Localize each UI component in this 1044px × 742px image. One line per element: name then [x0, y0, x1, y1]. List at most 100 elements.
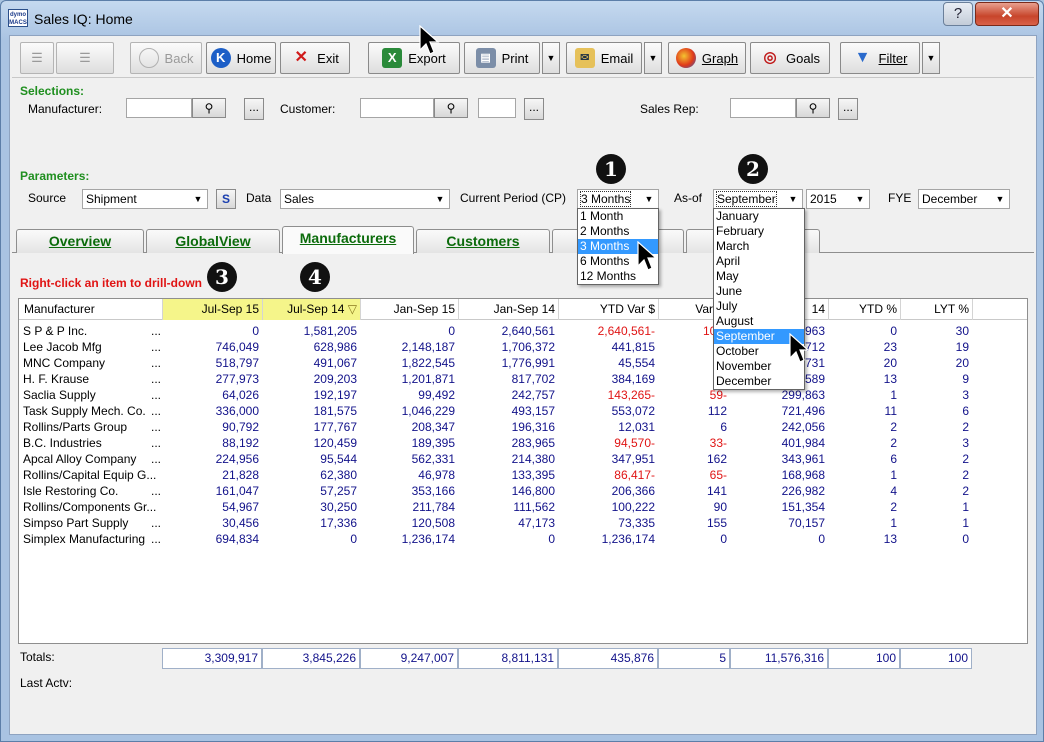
value-cell: 120,508 [361, 515, 459, 531]
tab-globalview[interactable]: GlobalView [146, 229, 280, 253]
printer-icon: ▤ [475, 48, 496, 68]
row-detail-ellipsis[interactable]: ... [151, 371, 161, 387]
month-option[interactable]: August [714, 314, 804, 329]
email-button[interactable]: ✉ Email [566, 42, 642, 74]
column-header[interactable]: YTD Var $ [559, 299, 659, 320]
row-detail-ellipsis[interactable]: ... [151, 451, 161, 467]
cell-text: 6 [720, 420, 727, 434]
exit-button[interactable]: ✕ Exit [280, 42, 350, 74]
month-option[interactable]: January [714, 209, 804, 224]
customer-more-button[interactable]: ... [524, 98, 544, 120]
row-detail-ellipsis[interactable]: ... [151, 387, 161, 403]
month-option[interactable]: May [714, 269, 804, 284]
back-button[interactable]: Back [130, 42, 202, 74]
manufacturer-find-button[interactable]: ⚲ [192, 98, 226, 118]
align-right-button[interactable]: ☰ [56, 42, 114, 74]
value-cell: 1,822,545 [361, 355, 459, 371]
export-button[interactable]: X Export [368, 42, 460, 74]
asof-year-select[interactable]: 2015 ▼ [806, 189, 870, 209]
table-row[interactable]: MNC Company... 518,797 491,067 1,822,545 1,7… [19, 355, 1027, 371]
align-left-button[interactable]: ☰ [20, 42, 54, 74]
table-row[interactable]: B.C. Industries... 88,192 120,459 189,395 28… [19, 435, 1027, 451]
table-row[interactable]: Rollins/Parts Group... 90,792 177,767 208,3… [19, 419, 1027, 435]
row-detail-ellipsis[interactable]: ... [151, 419, 161, 435]
cell-text: 283,965 [511, 436, 555, 450]
cell-text: 23 [883, 340, 897, 354]
row-detail-ellipsis[interactable]: ... [151, 483, 161, 499]
row-detail-ellipsis[interactable]: ... [151, 531, 161, 547]
help-button[interactable]: ? [943, 2, 973, 26]
month-option[interactable]: December [714, 374, 804, 389]
month-option[interactable]: February [714, 224, 804, 239]
target-icon: ◎ [763, 49, 777, 66]
row-detail-ellipsis[interactable]: ... [151, 323, 161, 339]
customer-ship-to-field[interactable] [478, 98, 516, 118]
salesrep-field[interactable] [730, 98, 796, 118]
asof-month-select[interactable]: September ▼ [713, 189, 803, 209]
column-header[interactable]: Jan-Sep 15 [361, 299, 459, 320]
table-row[interactable]: Isle Restoring Co.... 161,047 57,257 353,16… [19, 483, 1027, 499]
month-option[interactable]: June [714, 284, 804, 299]
cp-select[interactable]: 3 Months ▼ [577, 189, 659, 209]
table-row[interactable]: Rollins/Capital Equip G... 21,828 62,380 46… [19, 467, 1027, 483]
column-header[interactable]: Jan-Sep 14 [459, 299, 559, 320]
cell-text: 2 [962, 484, 969, 498]
row-detail-ellipsis[interactable]: ... [151, 355, 161, 371]
print-button[interactable]: ▤ Print [464, 42, 540, 74]
table-row[interactable]: H. F. Krause... 277,973 209,203 1,201,871 81… [19, 371, 1027, 387]
table-row[interactable]: Apcal Alloy Company... 224,956 95,544 562,3… [19, 451, 1027, 467]
customer-find-button[interactable]: ⚲ [434, 98, 468, 118]
cp-option[interactable]: 1 Month [578, 209, 658, 224]
print-menu-arrow[interactable]: ▼ [542, 42, 560, 74]
value-cell: 0 [659, 531, 731, 547]
s-button[interactable]: S [216, 189, 236, 209]
cp-option[interactable]: 2 Months [578, 224, 658, 239]
month-option[interactable]: July [714, 299, 804, 314]
row-detail-ellipsis[interactable]: ... [151, 339, 161, 355]
cell-text: 47,173 [518, 516, 555, 530]
close-button[interactable]: ✕ [975, 2, 1039, 26]
column-header[interactable]: Jul-Sep 15 [163, 299, 263, 320]
value-cell: 384,169 [559, 371, 659, 387]
cell-text: 192,197 [313, 388, 357, 402]
manufacturer-more-button[interactable]: ... [244, 98, 264, 120]
row-detail-ellipsis[interactable]: ... [151, 435, 161, 451]
column-header[interactable]: LYT % [901, 299, 973, 320]
data-select[interactable]: Sales ▼ [280, 189, 450, 209]
manufacturer-field[interactable] [126, 98, 192, 118]
chevron-down-icon: ▼ [435, 194, 445, 204]
graph-button[interactable]: Graph [668, 42, 746, 74]
tab-manufacturers[interactable]: Manufacturers [282, 226, 414, 254]
cell-text: Rollins/Components Gr... [23, 500, 157, 514]
manufacturer-grid[interactable]: Manufacturer Jul-Sep 15 Jul-Sep 14 ▽ Jan-Se… [18, 298, 1028, 644]
salesrep-find-button[interactable]: ⚲ [796, 98, 830, 118]
table-row[interactable]: Simpso Part Supply... 30,456 17,336 120,508… [19, 515, 1027, 531]
column-header[interactable]: Jul-Sep 14 ▽ [263, 299, 361, 320]
filter-menu-arrow[interactable]: ▼ [922, 42, 940, 74]
table-row[interactable]: Task Supply Mech. Co.... 336,000 181,575 1,… [19, 403, 1027, 419]
cell-text: 141 [706, 484, 727, 498]
tab-overview[interactable]: Overview [16, 229, 144, 253]
table-row[interactable]: Lee Jacob Mfg... 746,049 628,986 2,148,187 1… [19, 339, 1027, 355]
manufacturer-name-cell: Task Supply Mech. Co.... [19, 403, 163, 419]
cell-text: 1 [890, 388, 897, 402]
fye-select[interactable]: December ▼ [918, 189, 1010, 209]
goals-button[interactable]: ◎ Goals [750, 42, 830, 74]
email-menu-arrow[interactable]: ▼ [644, 42, 662, 74]
column-header[interactable]: YTD % [829, 299, 901, 320]
customer-field[interactable] [360, 98, 434, 118]
month-option[interactable]: March [714, 239, 804, 254]
table-row[interactable]: Rollins/Components Gr... 54,967 30,250 211,… [19, 499, 1027, 515]
table-row[interactable]: Saclia Supply... 64,026 192,197 99,492 242,7… [19, 387, 1027, 403]
salesrep-more-button[interactable]: ... [838, 98, 858, 120]
table-row[interactable]: S P & P Inc.... 0 1,581,205 0 2,640,561 2,640… [19, 323, 1027, 339]
table-row[interactable]: Simplex Manufacturing... 694,834 0 1,236,17… [19, 531, 1027, 547]
source-select[interactable]: Shipment ▼ [82, 189, 208, 209]
filter-button[interactable]: ▼ Filter [840, 42, 920, 74]
tab-customers[interactable]: Customers [416, 229, 550, 253]
column-header[interactable]: Manufacturer [19, 299, 163, 320]
row-detail-ellipsis[interactable]: ... [151, 403, 161, 419]
row-detail-ellipsis[interactable]: ... [151, 515, 161, 531]
home-button[interactable]: K Home [206, 42, 276, 74]
month-option[interactable]: April [714, 254, 804, 269]
